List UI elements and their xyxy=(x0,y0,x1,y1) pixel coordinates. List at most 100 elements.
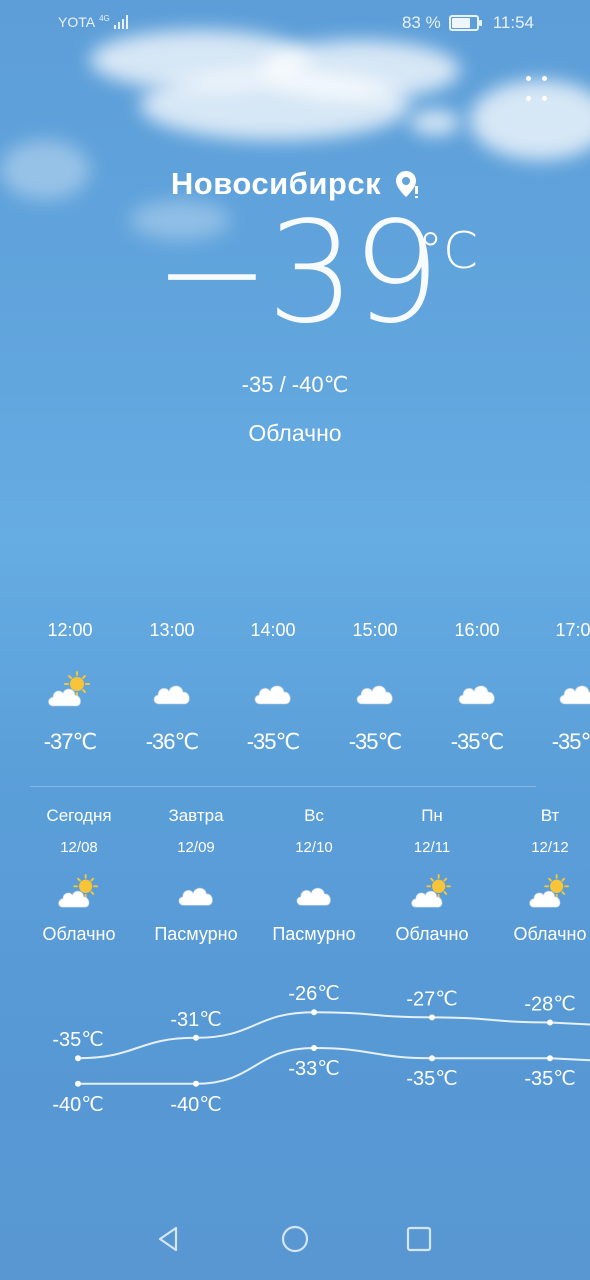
back-button[interactable] xyxy=(144,1214,194,1264)
day-date: 12/08 xyxy=(60,839,98,856)
hourly-item: 14:00 -35℃ xyxy=(223,600,323,755)
menu-dot-icon xyxy=(526,76,531,81)
cloud-icon xyxy=(153,685,190,705)
battery-icon xyxy=(448,15,482,31)
hour-time: 12:00 xyxy=(47,620,93,640)
high-temp-point xyxy=(311,1009,317,1016)
day-date: 12/09 xyxy=(177,839,215,856)
hour-temp: -35℃ xyxy=(450,729,505,754)
low-temp-point xyxy=(193,1080,199,1087)
daily-item[interactable]: Завтра 12/09 Пасмурно xyxy=(137,796,255,945)
cloud-icon xyxy=(178,887,213,906)
menu-dot-icon xyxy=(526,96,531,101)
sky-cloud xyxy=(410,110,460,135)
day-name: Вт xyxy=(540,806,560,825)
day-name: Завтра xyxy=(168,806,224,825)
signal-icon xyxy=(113,15,128,29)
high-temp-point xyxy=(429,1014,435,1021)
hour-time: 17:00 xyxy=(555,620,590,640)
high-temp-label: -26℃ xyxy=(288,983,339,1005)
home-circle-icon xyxy=(281,1225,309,1253)
day-name: Пн xyxy=(421,806,443,825)
system-nav-bar xyxy=(0,1200,590,1280)
carrier-label: YOTA xyxy=(58,14,96,30)
low-temp-label: -33℃ xyxy=(288,1058,339,1080)
recents-square-icon xyxy=(406,1226,432,1252)
cloud-icon xyxy=(356,685,393,705)
low-temp-point xyxy=(311,1045,317,1051)
high-temp-label: -27℃ xyxy=(406,988,457,1010)
current-temp-value: −39 xyxy=(153,192,440,355)
daily-forecast[interactable]: Сегодня 12/08 Облачно Завтра 12/09 Пасму… xyxy=(20,796,590,956)
cloud-icon xyxy=(296,887,331,906)
day-name: Вс xyxy=(304,806,324,825)
network-type: 4G xyxy=(99,13,110,23)
menu-dot-icon xyxy=(542,96,547,101)
day-name: Сегодня xyxy=(46,806,112,825)
daily-item[interactable]: Вт 12/12 Облачно xyxy=(491,796,590,945)
hourly-item: 13:00 -36℃ xyxy=(122,600,222,755)
hour-temp: -35℃ xyxy=(348,729,403,754)
high-temp-point xyxy=(547,1019,553,1026)
low-temp-label: -35℃ xyxy=(524,1068,575,1090)
day-condition: Пасмурно xyxy=(154,924,238,944)
home-button[interactable] xyxy=(270,1214,320,1264)
daily-item[interactable]: Сегодня 12/08 Облачно xyxy=(20,796,138,945)
hour-time: 13:00 xyxy=(149,620,195,640)
high-temp-label: -35℃ xyxy=(52,1029,103,1051)
trend-svg: -35℃ -40℃ -31℃ -40℃ -26℃ -33℃ -27℃ -35℃ -28℃ -35℃ xyxy=(52,983,590,1116)
hourly-item: 12:00 -37℃ xyxy=(20,600,120,755)
daily-item[interactable]: Вс 12/10 Пасмурно xyxy=(255,796,373,945)
cloud-icon xyxy=(559,685,590,705)
battery-percent: 83 % xyxy=(401,13,441,32)
high-temp-point xyxy=(193,1034,199,1041)
partly-cloudy-icon xyxy=(58,873,98,908)
hour-temp: -35℃ xyxy=(551,729,590,754)
hourly-item: 17:00 -35℃ xyxy=(528,600,590,755)
temp-unit: °C xyxy=(418,222,478,280)
hourly-forecast[interactable]: 12:00 -37℃ 13:00 -36℃ 14:00 -35℃ 15:00 -… xyxy=(20,600,590,780)
back-triangle-icon xyxy=(158,1226,178,1252)
low-temp-label: -40℃ xyxy=(52,1094,103,1116)
high-temp-line xyxy=(77,1011,590,1060)
today-temp-range: -35 / -40℃ xyxy=(241,372,349,397)
section-divider xyxy=(30,786,536,787)
day-condition: Облачно xyxy=(42,924,116,944)
day-condition: Пасмурно xyxy=(272,924,356,944)
high-temp-point xyxy=(75,1055,81,1062)
day-date: 12/12 xyxy=(531,839,569,856)
clock: 11:54 xyxy=(492,13,534,32)
cloud-icon xyxy=(458,685,495,705)
current-condition: Облачно xyxy=(248,420,342,446)
day-date: 12/11 xyxy=(413,839,451,856)
day-condition: Облачно xyxy=(395,924,469,944)
low-temp-point xyxy=(547,1055,553,1062)
hour-time: 16:00 xyxy=(454,620,500,640)
sky-cloud xyxy=(260,40,460,100)
hourly-item: 15:00 -35℃ xyxy=(325,600,425,755)
temperature-trend-chart: -35℃ -40℃ -31℃ -40℃ -26℃ -33℃ -27℃ -35℃ -28℃ -35℃ xyxy=(0,966,590,1126)
low-temp-label: -40℃ xyxy=(170,1094,221,1116)
cloud-icon xyxy=(254,685,291,705)
partly-cloudy-icon xyxy=(529,873,569,908)
current-temperature: −39 xyxy=(0,204,590,344)
day-date: 12/10 xyxy=(295,839,333,856)
hour-temp: -35℃ xyxy=(246,729,301,754)
high-temp-label: -31℃ xyxy=(170,1009,221,1031)
high-temp-label: -28℃ xyxy=(524,993,575,1015)
more-menu-button[interactable] xyxy=(518,76,556,106)
recents-button[interactable] xyxy=(394,1214,444,1264)
hour-temp: -36℃ xyxy=(145,729,200,754)
partly-cloudy-icon xyxy=(48,671,90,707)
day-condition: Облачно xyxy=(513,924,587,944)
hour-temp: -37℃ xyxy=(43,729,98,754)
hour-time: 15:00 xyxy=(352,620,398,640)
hour-time: 14:00 xyxy=(250,620,296,640)
low-temp-label: -35℃ xyxy=(406,1068,457,1090)
status-bar: YOTA 4G 83 % 11:54 xyxy=(0,0,590,46)
low-temp-point xyxy=(429,1055,435,1062)
low-temp-point xyxy=(75,1080,81,1087)
hourly-item: 16:00 -35℃ xyxy=(427,600,527,755)
daily-item[interactable]: Пн 12/11 Облачно xyxy=(373,796,491,945)
partly-cloudy-icon xyxy=(411,873,451,908)
